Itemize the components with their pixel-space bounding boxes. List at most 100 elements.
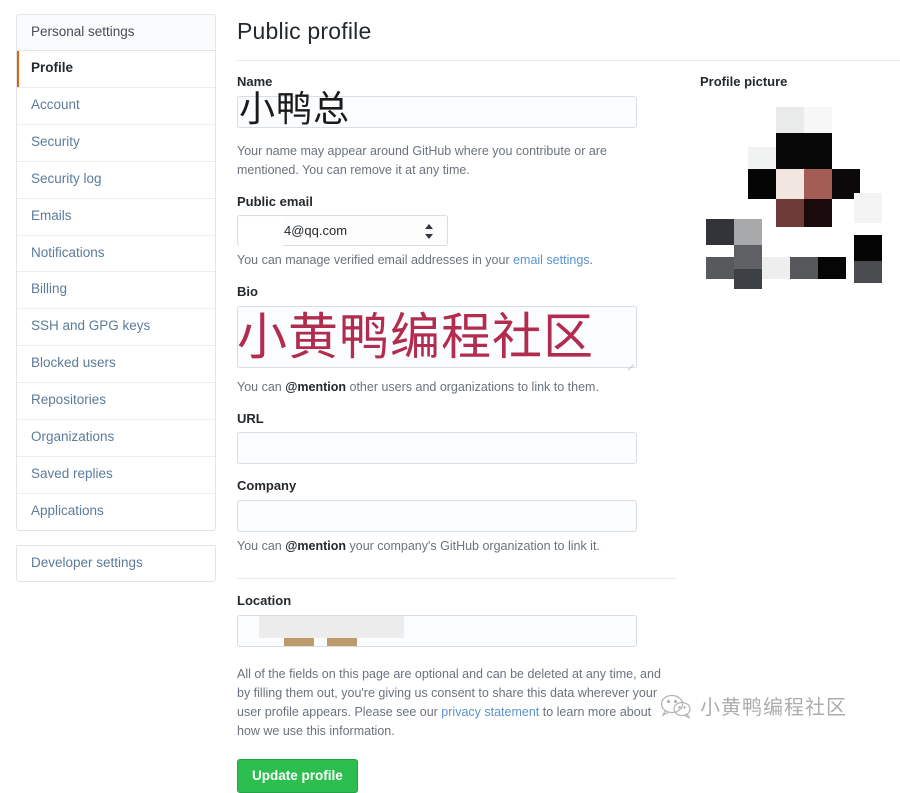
sidebar-item-emails[interactable]: Emails	[17, 198, 215, 236]
sidebar-item-label: Saved replies	[31, 465, 113, 481]
public-email-label: Public email	[237, 193, 313, 209]
name-field[interactable]: 小鸭总	[237, 89, 637, 129]
privacy-statement-link[interactable]: privacy statement	[441, 705, 539, 719]
bio-note-suffix: other users and organizations to link to…	[346, 379, 599, 394]
public-email-select[interactable]: 4@qq.com	[237, 215, 448, 247]
footer-watermark: 小黄鸭编程社区	[660, 694, 847, 720]
company-note-mention: @mention	[285, 538, 347, 553]
public-email-field[interactable]: 4@qq.com	[237, 215, 448, 247]
sidebar-item-label: Profile	[31, 60, 74, 76]
location-label: Location	[237, 592, 292, 608]
sidebar-item-label: Billing	[31, 281, 68, 297]
title-divider	[237, 60, 900, 61]
public-email-value: 4@qq.com	[284, 223, 348, 239]
sidebar-item-ssh-and-gpg-keys[interactable]: SSH and GPG keys	[17, 309, 215, 347]
location-field[interactable]	[237, 614, 637, 647]
sidebar-item-profile[interactable]: Profile	[17, 51, 215, 89]
sidebar-item-notifications[interactable]: Notifications	[17, 235, 215, 273]
name-input-value: 小鸭总	[239, 88, 351, 130]
bio-note: You can @mention other users and organiz…	[237, 378, 665, 397]
sidebar-item-account[interactable]: Account	[17, 88, 215, 125]
public-email-note-suffix: .	[589, 253, 594, 268]
company-label: Company	[237, 478, 297, 494]
avatar-mosaic-block	[854, 261, 882, 283]
chevron-updown-icon	[425, 224, 434, 240]
sidebar-item-security-log[interactable]: Security log	[17, 161, 215, 199]
avatar-mosaic-block	[776, 107, 804, 133]
avatar-mosaic-block	[706, 257, 734, 279]
watermark-overlay-text: 小黄鸭编程社区	[237, 307, 594, 366]
avatar-mosaic-block	[854, 235, 882, 261]
sidebar-item-label: SSH and GPG keys	[31, 318, 151, 334]
public-email-note: You can manage verified email addresses …	[237, 251, 665, 270]
sidebar-item-label: Developer settings	[31, 554, 143, 570]
sidebar-item-billing[interactable]: Billing	[17, 272, 215, 310]
avatar-mosaic-block	[776, 169, 804, 199]
bio-label: Bio	[237, 284, 258, 300]
profile-picture-label: Profile picture	[700, 74, 788, 89]
name-note: Your name may appear around GitHub where…	[237, 142, 665, 180]
update-profile-button[interactable]: Update profile	[237, 758, 358, 793]
profile-picture-section: Profile picture	[700, 74, 890, 289]
avatar-mosaic-block	[706, 219, 734, 245]
sidebar-item-saved-replies[interactable]: Saved replies	[17, 456, 215, 494]
sidebar-item-label: Security	[31, 133, 80, 149]
page-title: Public profile	[237, 18, 372, 44]
avatar-mosaic-block	[762, 257, 790, 279]
bio-note-mention: @mention	[285, 379, 347, 394]
bio-note-prefix: You can	[237, 379, 286, 394]
company-note-prefix: You can	[237, 538, 286, 553]
form-footer-note: All of the fields on this page are optio…	[237, 665, 665, 741]
sidebar-item-blocked-users[interactable]: Blocked users	[17, 346, 215, 384]
sidebar-developer-box: Developer settings	[16, 544, 216, 583]
sidebar-item-label: Emails	[31, 207, 72, 223]
sidebar-item-organizations[interactable]: Organizations	[17, 419, 215, 457]
sidebar-item-label: Applications	[31, 502, 104, 518]
bio-field[interactable]: 小黄鸭编程社区	[237, 305, 637, 368]
sidebar-header: Personal settings	[17, 15, 215, 52]
sidebar-item-label: Account	[31, 97, 80, 113]
avatar-mosaic-block	[776, 199, 804, 227]
avatar-mosaic-block	[804, 107, 832, 133]
avatar-mosaic-block	[734, 245, 762, 269]
avatar-mosaic-block	[734, 219, 762, 245]
avatar-mosaic-block	[804, 169, 832, 199]
url-label: URL	[237, 410, 264, 426]
sidebar-item-label: Notifications	[31, 244, 105, 260]
sidebar-item-developer-settings[interactable]: Developer settings	[17, 545, 215, 582]
sidebar: Personal settings Profile Account Securi…	[16, 14, 216, 583]
company-note-suffix: your company's GitHub organization to li…	[346, 538, 600, 553]
avatar[interactable]	[706, 107, 882, 289]
footer-note-line3-prefix: Please see our	[354, 704, 442, 719]
redaction-bar	[284, 637, 314, 646]
sidebar-item-label: Blocked users	[31, 355, 116, 371]
sidebar-main-box: Personal settings Profile Account Securi…	[16, 14, 216, 531]
public-email-note-prefix: You can manage verified email addresses …	[237, 253, 514, 268]
footer-watermark-text: 小黄鸭编程社区	[700, 695, 847, 719]
avatar-mosaic-block	[790, 257, 818, 279]
redaction-block	[239, 217, 283, 247]
sidebar-item-label: Security log	[31, 170, 102, 186]
avatar-mosaic-block	[818, 257, 846, 279]
avatar-mosaic-block	[804, 199, 832, 227]
sidebar-item-label: Organizations	[31, 428, 115, 444]
company-input[interactable]	[237, 499, 637, 532]
sidebar-item-repositories[interactable]: Repositories	[17, 383, 215, 420]
email-settings-link[interactable]: email settings	[513, 253, 589, 267]
avatar-mosaic-block	[748, 169, 776, 199]
name-note-text: Your name may appear around GitHub where…	[237, 143, 607, 177]
settings-page: Personal settings Profile Account Securi…	[0, 0, 900, 793]
wechat-logo-icon	[660, 694, 692, 720]
avatar-mosaic-block	[776, 133, 832, 169]
resize-handle-icon[interactable]	[625, 356, 634, 365]
redaction-bar	[327, 637, 357, 646]
company-note: You can @mention your company's GitHub o…	[237, 537, 665, 556]
name-label: Name	[237, 74, 273, 89]
url-input[interactable]	[237, 432, 637, 465]
profile-form: Name 小鸭总 Your name may appear around Git…	[237, 70, 677, 793]
sidebar-item-applications[interactable]: Applications	[17, 493, 215, 530]
sidebar-item-label: Repositories	[31, 392, 107, 408]
section-divider	[237, 577, 677, 579]
redaction-smudge	[259, 615, 404, 638]
sidebar-item-security[interactable]: Security	[17, 124, 215, 162]
